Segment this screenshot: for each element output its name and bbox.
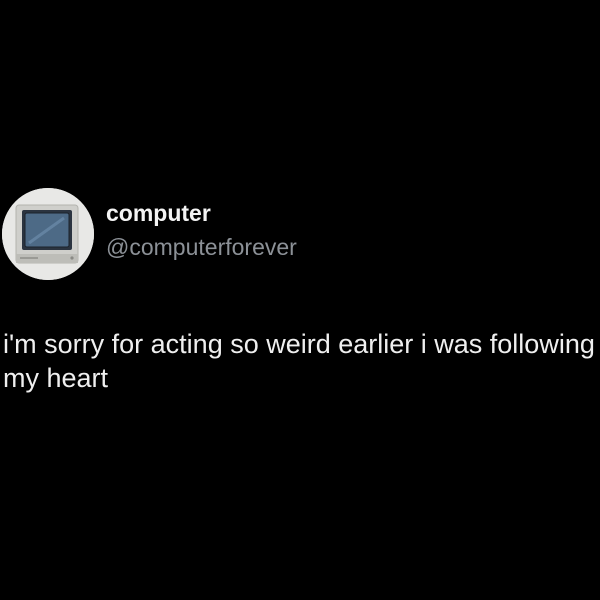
display-name[interactable]: computer xyxy=(106,198,211,228)
avatar[interactable] xyxy=(2,188,94,280)
tweet-card: computer @computerforever i'm sorry for … xyxy=(0,0,600,600)
tweet-text: i'm sorry for acting so weird earlier i … xyxy=(3,329,595,393)
computer-monitor-icon xyxy=(2,188,94,280)
user-handle[interactable]: @computerforever xyxy=(106,232,297,262)
